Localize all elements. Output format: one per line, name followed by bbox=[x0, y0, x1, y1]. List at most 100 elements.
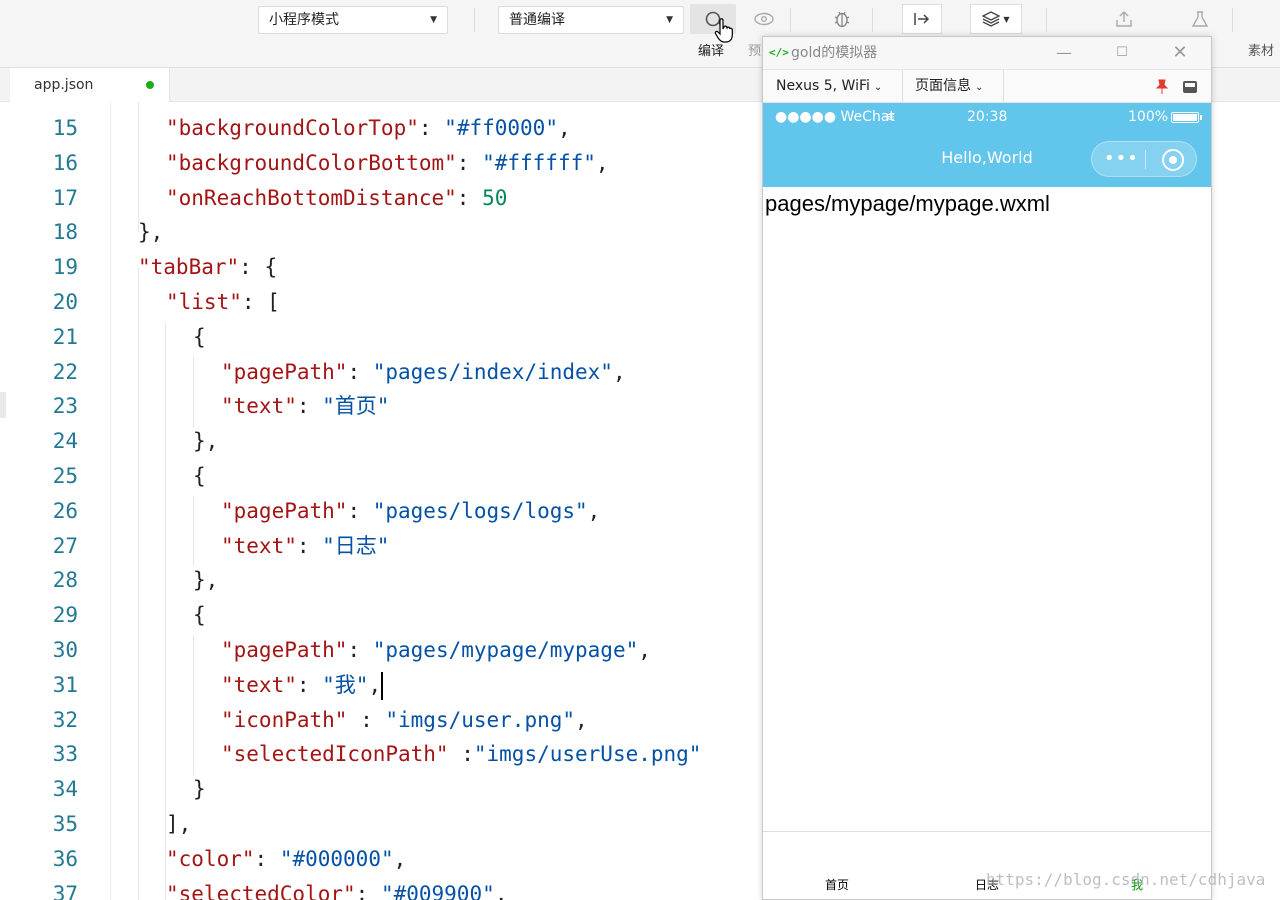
json-value: "#009900" bbox=[380, 881, 495, 900]
chevron-down-icon: ⌄ bbox=[975, 82, 984, 93]
code-punct: : bbox=[296, 672, 323, 697]
json-value: "日志" bbox=[322, 533, 390, 558]
carrier-label: ●●●●● WeChat bbox=[775, 109, 895, 125]
flask-icon bbox=[1192, 11, 1208, 27]
phone-nav-bar: Hello,World ••• bbox=[763, 131, 1211, 187]
device-select[interactable]: Nexus 5, WiFi ⌄ bbox=[763, 70, 902, 103]
toolbar-divider bbox=[872, 8, 873, 32]
code-punct: , bbox=[587, 498, 601, 523]
line-number: 18 bbox=[52, 220, 78, 245]
code-text: }, bbox=[193, 424, 218, 459]
eye-icon bbox=[754, 12, 774, 26]
watermark: https://blog.csdn.net/cdhjava bbox=[986, 870, 1266, 889]
json-value: "#000000" bbox=[279, 846, 394, 871]
mode-select[interactable]: 小程序模式 ▼ bbox=[258, 6, 448, 34]
code-line: 20 "list": [ bbox=[0, 285, 760, 320]
code-text: "text": "日志" bbox=[221, 529, 389, 564]
code-punct: , bbox=[494, 881, 508, 900]
debug-button[interactable] bbox=[826, 4, 858, 34]
wifi-icon: ≋ bbox=[885, 110, 896, 124]
close-icon[interactable]: ✕ bbox=[1165, 37, 1195, 69]
toolbar-divider bbox=[790, 8, 791, 32]
code-line: 21 { bbox=[0, 320, 760, 355]
code-punct: : bbox=[448, 742, 474, 767]
line-number: 20 bbox=[52, 290, 78, 314]
upload-button[interactable] bbox=[1108, 4, 1140, 34]
code-punct: , bbox=[368, 672, 382, 697]
capsule-menu[interactable]: ••• bbox=[1091, 141, 1197, 177]
json-key: "text" bbox=[221, 533, 297, 558]
json-value: "我" bbox=[322, 672, 369, 697]
code-text: "selectedColor": "#009900", bbox=[166, 877, 507, 900]
code-text: "tabBar": { bbox=[138, 250, 277, 285]
json-value: "imgs/user.png" bbox=[385, 707, 576, 732]
line-number: 19 bbox=[52, 255, 78, 280]
unsaved-dot-icon bbox=[146, 81, 154, 89]
line-number: 35 bbox=[52, 812, 78, 836]
file-tab-app-json[interactable]: app.json bbox=[10, 68, 170, 102]
layers-button[interactable]: ▼ bbox=[970, 4, 1022, 34]
minimize-icon[interactable]: — bbox=[1049, 37, 1079, 69]
compile-select[interactable]: 普通编译 ▼ bbox=[498, 6, 684, 34]
code-text: "backgroundColorTop": "#ff0000", bbox=[166, 111, 571, 146]
page-info-select[interactable]: 页面信息 ⌄ bbox=[902, 70, 1003, 103]
tab-home[interactable]: 首页 bbox=[825, 876, 849, 893]
toolbar-divider bbox=[1046, 8, 1047, 32]
json-value: "#ff0000" bbox=[444, 116, 558, 140]
code-text: }, bbox=[138, 215, 163, 250]
code-punct: : bbox=[296, 394, 323, 419]
json-key: "text" bbox=[221, 672, 297, 697]
line-number: 21 bbox=[52, 324, 78, 349]
code-text: ], bbox=[166, 807, 191, 842]
text-caret bbox=[381, 671, 384, 700]
code-line: 33 "selectedIconPath" :"imgs/userUse.png" bbox=[0, 737, 760, 772]
json-value: "pages/logs/logs" bbox=[372, 498, 588, 523]
simulator-window: </> gold的模拟器 — ☐ ✕ Nexus 5, WiFi ⌄ 页面信息 ⌄ … bbox=[762, 36, 1212, 900]
line-number: 23 bbox=[52, 394, 78, 419]
code-punct: : bbox=[347, 707, 386, 732]
test-button[interactable] bbox=[1184, 4, 1216, 34]
close-target-icon[interactable] bbox=[1162, 149, 1184, 171]
line-number: 37 bbox=[52, 881, 78, 900]
code-punct: : bbox=[355, 881, 381, 900]
code-punct: , bbox=[595, 150, 609, 175]
json-value: "首页" bbox=[322, 394, 390, 419]
code-text: "list": [ bbox=[166, 285, 280, 320]
code-text: "pagePath": "pages/mypage/mypage", bbox=[221, 633, 651, 668]
remote-debug-button[interactable] bbox=[902, 4, 942, 34]
compile-select-value: 普通编译 bbox=[509, 12, 565, 28]
maximize-icon[interactable]: ☐ bbox=[1107, 37, 1137, 69]
code-text: "color": "#000000", bbox=[166, 842, 406, 877]
json-key: "iconPath" bbox=[221, 707, 348, 732]
line-number: 25 bbox=[52, 464, 78, 488]
code-line: 22 "pagePath": "pages/index/index", bbox=[0, 355, 760, 390]
battery-icon bbox=[1171, 112, 1202, 123]
mode-select-value: 小程序模式 bbox=[269, 12, 339, 28]
preview-button[interactable] bbox=[748, 4, 780, 34]
hand-cursor-icon bbox=[714, 18, 733, 43]
pin-icon[interactable] bbox=[1155, 79, 1169, 99]
arrow-right-icon bbox=[914, 13, 930, 25]
code-icon: </> bbox=[769, 46, 789, 59]
line-number: 29 bbox=[52, 603, 78, 628]
toolbar-divider bbox=[1232, 8, 1233, 32]
json-key: "tabBar" bbox=[138, 255, 240, 280]
dock-icon[interactable] bbox=[1183, 81, 1197, 93]
json-key: "pagePath" bbox=[221, 638, 348, 662]
code-text: "selectedIconPath" :"imgs/userUse.png" bbox=[221, 737, 701, 772]
code-text: "text": "首页" bbox=[221, 389, 389, 424]
code-punct: : [ bbox=[241, 290, 280, 314]
simulator-titlebar[interactable]: </> gold的模拟器 — ☐ ✕ bbox=[763, 37, 1211, 69]
clock: 20:38 bbox=[967, 109, 1008, 125]
code-punct: } bbox=[193, 777, 206, 802]
more-dots-icon[interactable]: ••• bbox=[1104, 148, 1139, 169]
code-text: "onReachBottomDistance": 50 bbox=[166, 181, 507, 216]
code-line: 25 { bbox=[0, 459, 760, 494]
json-value: "#ffffff" bbox=[482, 150, 596, 175]
code-text: "iconPath" : "imgs/user.png", bbox=[221, 703, 588, 738]
code-line: 34} bbox=[0, 772, 760, 807]
file-tab-label: app.json bbox=[34, 77, 94, 93]
code-punct: }, bbox=[193, 568, 219, 593]
code-line: 16 "backgroundColorBottom": "#ffffff", bbox=[0, 146, 760, 181]
code-punct: , bbox=[557, 116, 571, 140]
